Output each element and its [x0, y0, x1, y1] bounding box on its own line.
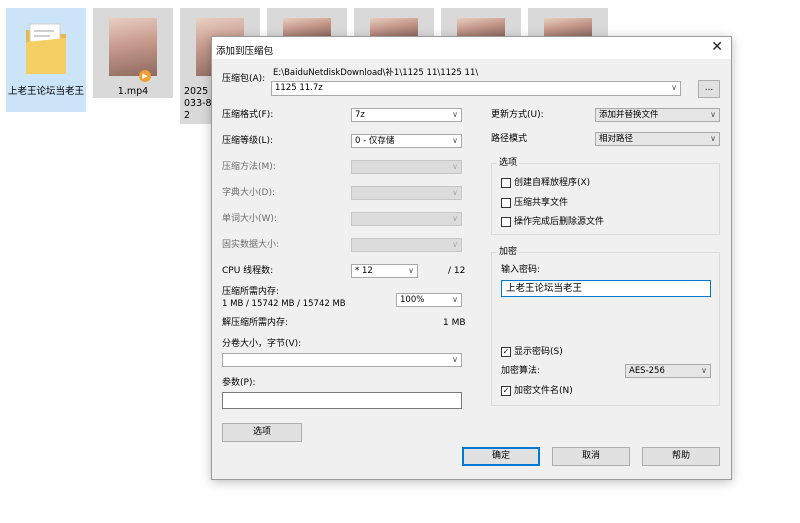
solid-label: 固实数据大小: [222, 240, 280, 250]
chevron-down-icon[interactable]: ∨ [408, 265, 414, 277]
pathmode-value: 相对路径 [599, 134, 634, 144]
help-button[interactable]: 帮助 [642, 447, 720, 466]
desktop-file-folder[interactable]: 上老王论坛当老王 [6, 8, 86, 112]
update-value: 添加并替换文件 [599, 110, 659, 120]
chevron-down-icon[interactable]: ∨ [671, 82, 677, 94]
chevron-down-icon[interactable]: ∨ [710, 109, 716, 121]
delete-label[interactable]: 操作完成后删除源文件 [514, 217, 604, 228]
folder-icon [26, 23, 66, 74]
mem-decomp-label: 解压缩所需内存: [222, 318, 289, 328]
dialog-title: 添加到压缩包 [216, 46, 274, 57]
show-password-label[interactable]: 显示密码(S) [514, 347, 563, 358]
level-value: 0 - 仅存储 [355, 136, 395, 146]
enc-method-value: AES-256 [629, 366, 665, 376]
params-input[interactable] [222, 392, 462, 409]
dict-label: 字典大小(D): [222, 188, 275, 198]
mem-decomp-value: 1 MB [443, 318, 466, 328]
image-thumbnail [544, 18, 592, 36]
method-label: 压缩方法(M): [222, 162, 276, 172]
password-input[interactable]: 上老王论坛当老王 [501, 280, 711, 297]
method-select: ∨ [351, 160, 462, 174]
file-name: 上老王论坛当老王 [7, 86, 84, 97]
enc-method-label: 加密算法: [501, 366, 541, 376]
dict-select: ∨ [351, 186, 462, 200]
update-label: 更新方式(U): [491, 110, 544, 120]
chevron-down-icon[interactable]: ∨ [701, 365, 707, 377]
desktop-file-image[interactable] [528, 8, 608, 36]
solid-select: ∨ [351, 238, 462, 252]
desktop-file-image[interactable] [267, 8, 347, 36]
image-thumbnail [457, 18, 505, 36]
format-select[interactable]: 7z ∨ [351, 108, 462, 122]
desktop-file-image[interactable] [354, 8, 434, 36]
sfx-checkbox[interactable] [501, 178, 511, 188]
video-thumbnail [109, 18, 157, 76]
chevron-down-icon: ∨ [452, 162, 458, 171]
mem-comp-detail: 1 MB / 15742 MB / 15742 MB [222, 299, 346, 309]
image-thumbnail [370, 18, 418, 36]
cpu-max: / 12 [448, 266, 466, 276]
ok-button[interactable]: 确定 [462, 447, 540, 466]
chevron-down-icon[interactable]: ∨ [452, 354, 458, 366]
chevron-down-icon: ∨ [452, 214, 458, 223]
play-icon: ▶ [139, 70, 151, 82]
archive-path: E:\BaiduNetdiskDownload\补1\1125 11\1125 … [273, 68, 479, 78]
browse-button[interactable]: ... [698, 80, 720, 98]
level-select[interactable]: 0 - 仅存储 ∨ [351, 134, 462, 148]
close-icon[interactable]: ✕ [711, 40, 723, 54]
pathmode-select[interactable]: 相对路径 ∨ [595, 132, 720, 146]
mem-usage-select[interactable]: 100% ∨ [396, 293, 462, 307]
word-select: ∨ [351, 212, 462, 226]
desktop-file-video[interactable]: ▶ 1.mp4 [93, 8, 173, 98]
chevron-down-icon: ∨ [452, 240, 458, 249]
word-label: 单词大小(W): [222, 214, 277, 224]
file-name: 2025033-82 [184, 86, 212, 121]
archive-name-combo[interactable]: 1125 11.7z ∨ [271, 81, 681, 96]
options-group-title: 选项 [497, 158, 520, 169]
update-select[interactable]: 添加并替换文件 ∨ [595, 108, 720, 122]
show-password-checkbox[interactable]: ✓ [501, 347, 511, 357]
encryption-group-title: 加密 [497, 247, 520, 258]
archive-name-value: 1125 11.7z [275, 83, 323, 93]
enc-method-select[interactable]: AES-256 ∨ [625, 364, 711, 378]
file-name: 1.mp4 [117, 86, 149, 97]
archive-label: 压缩包(A): [222, 74, 266, 84]
desktop-file-image[interactable] [441, 8, 521, 36]
cpu-label: CPU 线程数: [222, 266, 274, 276]
chevron-down-icon[interactable]: ∨ [710, 133, 716, 145]
chevron-down-icon[interactable]: ∨ [452, 109, 458, 121]
cpu-select[interactable]: * 12 ∨ [351, 264, 418, 278]
shared-checkbox[interactable] [501, 198, 511, 208]
encrypt-names-label[interactable]: 加密文件名(N) [514, 386, 573, 397]
mem-comp-label: 压缩所需内存: [222, 287, 280, 297]
encryption-group: 加密 输入密码: 上老王论坛当老王 ✓ 显示密码(S) 加密算法: AES-25… [491, 247, 720, 406]
options-group: 选项 创建自释放程序(X) 压缩共享文件 操作完成后删除源文件 [491, 158, 720, 235]
checkmark-icon: ✓ [502, 386, 510, 395]
format-value: 7z [355, 110, 365, 120]
title-bar: 添加到压缩包 ✕ [212, 37, 731, 59]
params-label: 参数(P): [222, 378, 256, 388]
cancel-button[interactable]: 取消 [552, 447, 630, 466]
delete-checkbox[interactable] [501, 217, 511, 227]
mem-usage-value: 100% [400, 295, 425, 305]
cpu-value: * 12 [355, 266, 373, 276]
chevron-down-icon[interactable]: ∨ [452, 135, 458, 147]
encrypt-names-checkbox[interactable]: ✓ [501, 386, 511, 396]
options-button[interactable]: 选项 [222, 423, 302, 442]
password-label: 输入密码: [501, 265, 541, 275]
checkmark-icon: ✓ [502, 347, 510, 356]
chevron-down-icon: ∨ [452, 188, 458, 197]
format-label: 压缩格式(F): [222, 110, 274, 120]
pathmode-label: 路径模式 [491, 134, 528, 144]
volume-combo[interactable]: ∨ [222, 353, 462, 367]
image-thumbnail [283, 18, 331, 36]
level-label: 压缩等级(L): [222, 136, 274, 146]
chevron-down-icon[interactable]: ∨ [452, 294, 458, 306]
volume-label: 分卷大小，字节(V): [222, 339, 302, 349]
add-to-archive-dialog: 添加到压缩包 ✕ 压缩包(A): E:\BaiduNetdiskDownload… [211, 36, 732, 480]
shared-label[interactable]: 压缩共享文件 [514, 198, 568, 209]
sfx-label[interactable]: 创建自释放程序(X) [514, 178, 590, 189]
